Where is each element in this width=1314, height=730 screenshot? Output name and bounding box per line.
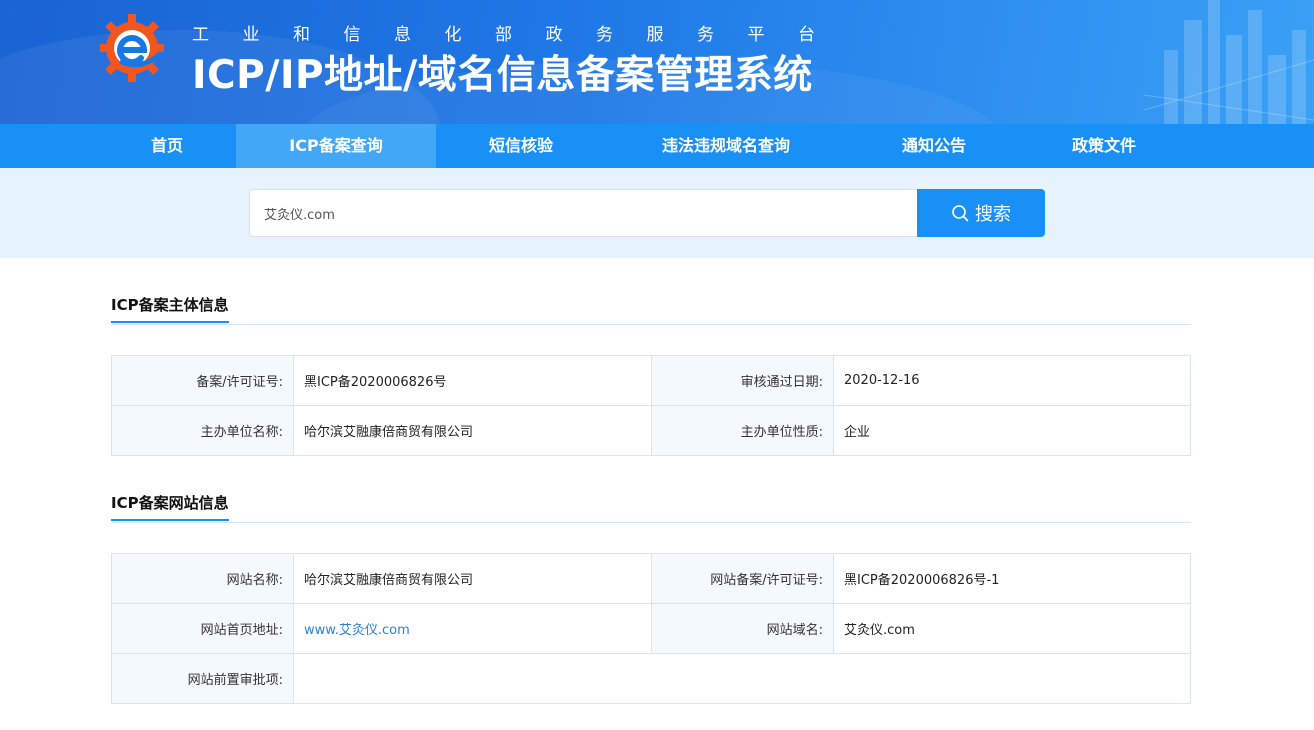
- nav-policy-docs[interactable]: 政策文件: [1034, 124, 1174, 168]
- table-row: 主办单位名称: 哈尔滨艾融康倍商贸有限公司 主办单位性质: 企业: [111, 405, 1191, 456]
- table-row: 网站首页地址: www.艾灸仪.com 网站域名: 艾灸仪.com: [111, 603, 1191, 654]
- license-label: 备案/许可证号:: [111, 355, 294, 406]
- search-button[interactable]: 搜索: [917, 189, 1045, 237]
- search-band: 搜索: [0, 168, 1314, 258]
- homepage-label: 网站首页地址:: [111, 603, 294, 654]
- subject-section-title: ICP备案主体信息: [111, 294, 229, 323]
- org-type-value: 企业: [833, 405, 1191, 456]
- search-icon: [952, 205, 969, 222]
- nav-home[interactable]: 首页: [97, 124, 237, 168]
- site-name-value: 哈尔滨艾融康倍商贸有限公司: [293, 553, 652, 604]
- approve-date-label: 审核通过日期:: [651, 355, 834, 406]
- website-section-title: ICP备案网站信息: [111, 492, 229, 521]
- domain-value: 艾灸仪.com: [833, 603, 1191, 654]
- nav-icp-query[interactable]: ICP备案查询: [236, 124, 436, 168]
- table-row: 网站名称: 哈尔滨艾融康倍商贸有限公司 网站备案/许可证号: 黑ICP备2020…: [111, 553, 1191, 604]
- org-name-label: 主办单位名称:: [111, 405, 294, 456]
- org-name-value: 哈尔滨艾融康倍商贸有限公司: [293, 405, 652, 456]
- gear-e-logo-icon: [100, 14, 164, 82]
- nav-sms-verify[interactable]: 短信核验: [436, 124, 606, 168]
- subject-info-table: 备案/许可证号: 黑ICP备2020006826号 审核通过日期: 2020-1…: [111, 355, 1191, 456]
- homepage-link[interactable]: www.艾灸仪.com: [304, 623, 410, 638]
- org-type-label: 主办单位性质:: [651, 405, 834, 456]
- header-subtitle: 工业和信息化部政务服务平台: [192, 25, 849, 45]
- preapproval-label: 网站前置审批项:: [111, 653, 294, 704]
- license-value: 黑ICP备2020006826号: [293, 355, 652, 406]
- main-nav: 首页 ICP备案查询 短信核验 违法违规域名查询 通知公告 政策文件: [0, 124, 1314, 168]
- site-license-value: 黑ICP备2020006826号-1: [833, 553, 1191, 604]
- nav-notices[interactable]: 通知公告: [864, 124, 1004, 168]
- site-name-label: 网站名称:: [111, 553, 294, 604]
- table-row: 网站前置审批项:: [111, 653, 1191, 704]
- site-header: 工业和信息化部政务服务平台 ICP/IP地址/域名信息备案管理系统: [0, 0, 1314, 124]
- search-button-label: 搜索: [975, 204, 1011, 225]
- website-section-header: ICP备案网站信息: [111, 492, 1191, 523]
- nav-illegal-domain[interactable]: 违法违规域名查询: [626, 124, 826, 168]
- table-row: 备案/许可证号: 黑ICP备2020006826号 审核通过日期: 2020-1…: [111, 355, 1191, 406]
- domain-label: 网站域名:: [651, 603, 834, 654]
- website-info-table: 网站名称: 哈尔滨艾融康倍商贸有限公司 网站备案/许可证号: 黑ICP备2020…: [111, 553, 1191, 704]
- header-title: ICP/IP地址/域名信息备案管理系统: [192, 53, 813, 98]
- search-input[interactable]: [249, 189, 917, 237]
- homepage-cell: www.艾灸仪.com: [293, 603, 652, 654]
- preapproval-value: [293, 653, 1191, 704]
- subject-section-header: ICP备案主体信息: [111, 294, 1191, 325]
- approve-date-value: 2020-12-16: [833, 355, 1191, 406]
- site-license-label: 网站备案/许可证号:: [651, 553, 834, 604]
- city-skyline-decoration: [1144, 0, 1314, 124]
